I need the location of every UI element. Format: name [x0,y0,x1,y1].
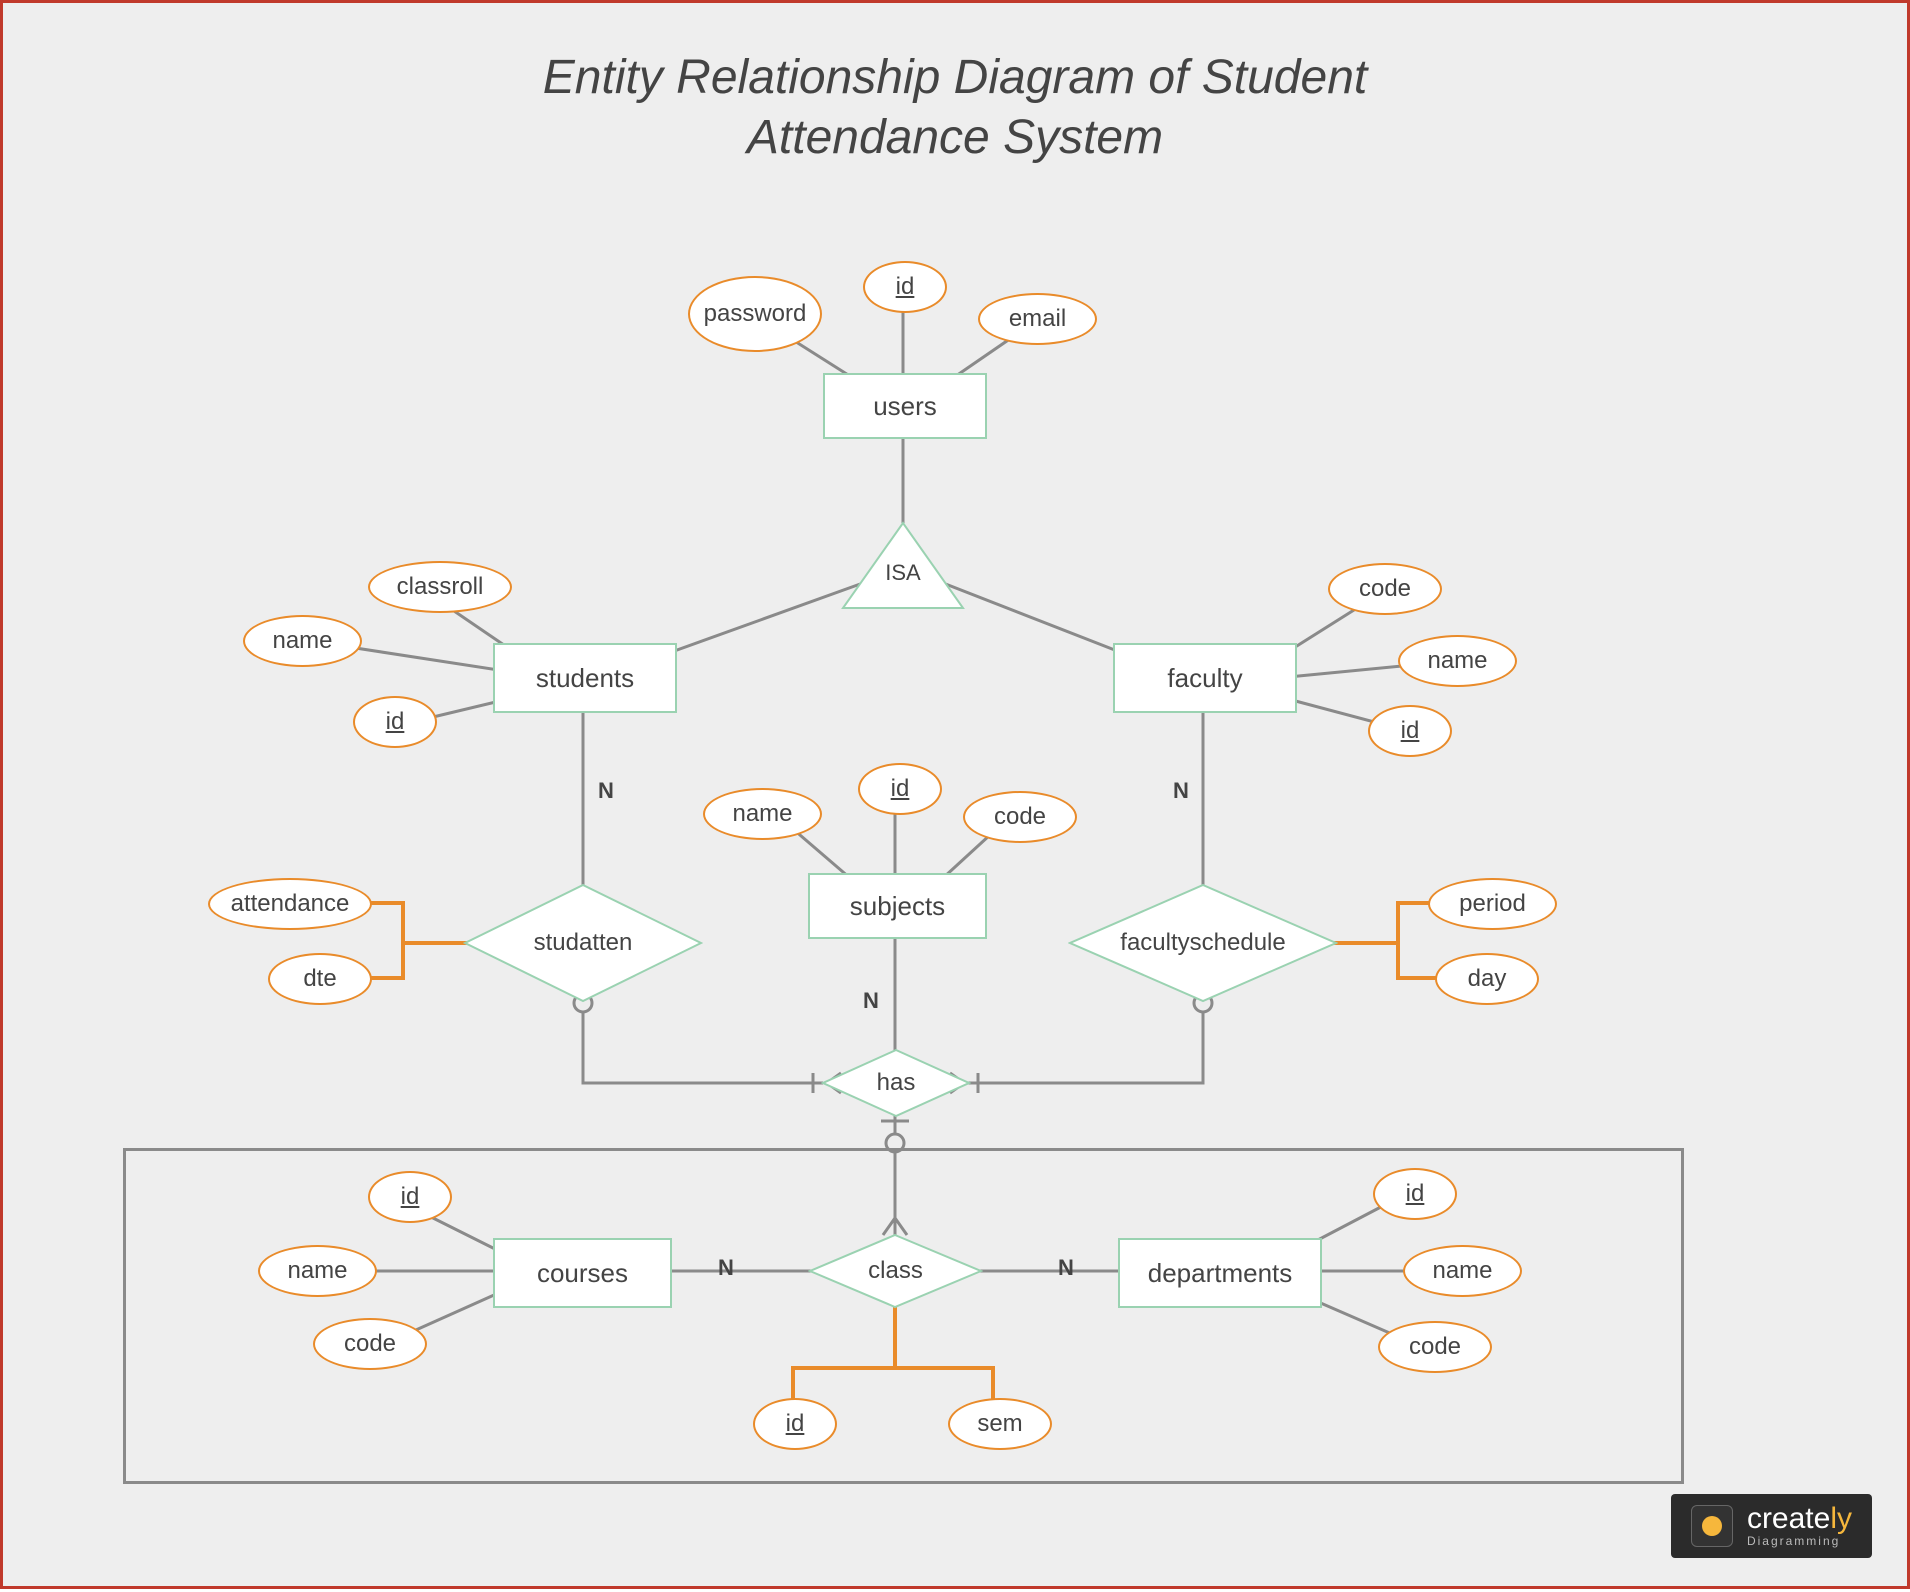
attr-facultyschedule-period: period [1428,878,1557,930]
cardinality-students-studatten: N [598,778,614,804]
entity-students: students [493,643,677,713]
cardinality-subjects-has: N [863,988,879,1014]
attr-subjects-id: id [858,763,942,815]
logo-tagline: Diagramming [1747,1534,1852,1548]
entity-users: users [823,373,987,439]
entity-subjects: subjects [808,873,987,939]
relationship-facultyschedule [1068,883,1338,1003]
attr-studatten-attendance: attendance [208,878,372,930]
attr-faculty-id: id [1368,705,1452,757]
logo-text: creately [1747,1504,1852,1534]
relationship-has [821,1048,971,1118]
relationship-studatten [463,883,703,1003]
entity-students-label: students [536,663,634,694]
entity-subjects-label: subjects [850,891,945,922]
attr-users-id: id [863,261,947,313]
cardinality-faculty-facultyschedule: N [1173,778,1189,804]
attr-users-password: password [688,276,822,352]
attr-subjects-name: name [703,788,822,840]
grouping-box [123,1148,1684,1484]
attr-studatten-dte: dte [268,953,372,1005]
entity-faculty: faculty [1113,643,1297,713]
bulb-icon [1691,1505,1733,1547]
entity-faculty-label: faculty [1167,663,1242,694]
attr-faculty-name: name [1398,635,1517,687]
attr-users-email: email [978,293,1097,345]
creately-logo: creately Diagramming [1671,1494,1872,1558]
attr-students-id: id [353,696,437,748]
entity-users-label: users [873,391,937,422]
diagram-frame: Entity Relationship Diagram of Student A… [0,0,1910,1589]
attr-faculty-code: code [1328,563,1442,615]
attr-facultyschedule-day: day [1435,953,1539,1005]
attr-students-classroll: classroll [368,561,512,613]
attr-students-name: name [243,615,362,667]
attr-subjects-code: code [963,791,1077,843]
